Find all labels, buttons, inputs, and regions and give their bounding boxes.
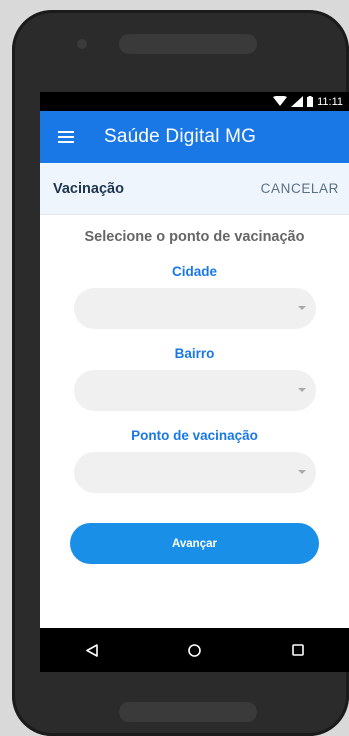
city-label: Cidade: [171, 264, 217, 279]
page-header: Vacinação CANCELAR: [40, 163, 349, 215]
status-bar: 11:11: [40, 92, 349, 111]
home-icon: [188, 643, 201, 657]
recents-icon: [291, 644, 304, 656]
nav-back-button[interactable]: [72, 628, 112, 672]
neighborhood-label: Bairro: [174, 346, 215, 361]
menu-button[interactable]: [40, 111, 90, 163]
battery-icon: [307, 96, 314, 107]
status-time: 11:11: [317, 95, 343, 108]
vaccination-point-select[interactable]: [73, 452, 316, 493]
app-screen: 11:11 Saúde Digital MG Vacinação CANCELA…: [40, 92, 349, 672]
android-nav-bar: [40, 628, 349, 672]
page-title: Vacinação: [53, 180, 124, 197]
dropdown-arrow-icon: [297, 388, 306, 392]
form-heading: Selecione o ponto de vacinação: [84, 229, 305, 245]
app-bar: Saúde Digital MG: [40, 111, 349, 163]
city-select[interactable]: [73, 288, 316, 329]
wifi-icon: [273, 96, 288, 106]
nav-home-button[interactable]: [175, 628, 215, 672]
vaccination-point-label: Ponto de vacinação: [131, 428, 258, 443]
vaccination-form: Selecione o ponto de vacinação Cidade Ba…: [40, 215, 349, 564]
app-title: Saúde Digital MG: [104, 126, 257, 147]
advance-button[interactable]: Avançar: [70, 523, 319, 564]
back-icon: [85, 643, 98, 657]
home-pill: [119, 702, 257, 722]
nav-recents-button[interactable]: [278, 628, 318, 672]
phone-frame: 11:11 Saúde Digital MG Vacinação CANCELA…: [12, 10, 349, 736]
cancel-button[interactable]: CANCELAR: [261, 181, 339, 196]
dropdown-arrow-icon: [297, 470, 306, 474]
dropdown-arrow-icon: [297, 306, 306, 310]
camera-icon: [77, 39, 87, 49]
speaker-grille: [119, 34, 257, 54]
neighborhood-select[interactable]: [73, 370, 316, 411]
hamburger-menu-icon: [58, 131, 74, 143]
signal-icon: [291, 96, 304, 107]
